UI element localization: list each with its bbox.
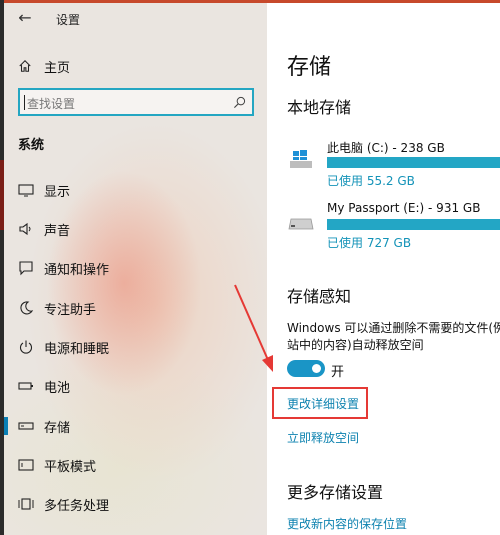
sidebar-item-notifications[interactable]: 通知和操作: [4, 249, 267, 287]
sidebar-item-label: 通知和操作: [44, 262, 110, 278]
change-settings-link[interactable]: 更改详细设置: [287, 395, 359, 412]
save-location-link[interactable]: 更改新内容的保存位置: [287, 515, 407, 532]
back-button[interactable]: ←: [14, 8, 36, 28]
search-input[interactable]: 查找设置: [18, 88, 254, 116]
sidebar-item-label: 电源和睡眠: [44, 341, 110, 357]
home-nav-item[interactable]: 主页: [18, 55, 70, 77]
storage-sense-description: Windows 可以通过删除不需要的文件(例 站中的内容)自动释放空间: [287, 321, 500, 352]
sidebar-item-display[interactable]: 显示: [4, 171, 267, 209]
sidebar-item-storage[interactable]: 存储: [4, 407, 267, 445]
more-storage-heading: 更多存储设置: [287, 483, 384, 502]
drive-c[interactable]: 此电脑 (C:) - 238 GB 已使用 55.2 GB: [287, 139, 500, 189]
power-icon: [19, 340, 33, 354]
windows-drive-icon: [290, 150, 312, 168]
main-content: 存储 本地存储 此电脑 (C:) - 238 GB 已使用 55.2 GB My…: [267, 3, 500, 535]
sidebar-item-tablet-mode[interactable]: 平板模式: [4, 446, 267, 484]
section-title: 系统: [18, 138, 45, 153]
title-bar: ← 设置: [4, 3, 267, 33]
storage-icon: [18, 422, 34, 430]
sound-icon: [19, 222, 31, 236]
sidebar-item-label: 声音: [44, 223, 71, 239]
storage-sense-heading: 存储感知: [287, 287, 352, 306]
battery-icon: [18, 382, 33, 390]
search-icon: [233, 96, 246, 109]
sidebar-item-label: 存储: [44, 420, 71, 436]
sidebar-item-power[interactable]: 电源和睡眠: [4, 328, 267, 366]
drive-name: 此电脑 (C:) - 238 GB: [327, 141, 445, 155]
search-placeholder: 查找设置: [27, 97, 76, 111]
sidebar-item-label: 平板模式: [44, 459, 97, 475]
active-indicator: [4, 417, 8, 435]
home-icon: [19, 60, 31, 72]
sidebar-item-focus-assist[interactable]: 专注助手: [4, 289, 267, 327]
moon-icon: [20, 301, 34, 315]
drive-usage-bar: [327, 157, 500, 168]
free-space-link[interactable]: 立即释放空间: [287, 429, 359, 446]
home-label: 主页: [44, 60, 71, 76]
sidebar-item-multitasking[interactable]: 多任务处理: [4, 485, 267, 523]
sidebar-item-sound[interactable]: 声音: [4, 210, 267, 248]
drive-usage-bar: [327, 219, 500, 230]
sidebar: ← 设置 主页 查找设置 系统 显示 声音 通知和操作 专注助手 电源和睡眠 电…: [4, 3, 267, 535]
page-title: 存储: [287, 55, 332, 80]
storage-sense-toggle[interactable]: [287, 360, 325, 377]
sidebar-item-label: 专注助手: [44, 302, 97, 318]
display-icon: [18, 184, 34, 197]
notification-icon: [19, 261, 33, 276]
local-storage-heading: 本地存储: [287, 98, 352, 117]
external-drive-icon: [288, 218, 314, 230]
drive-used-text: 已使用 55.2 GB: [327, 174, 415, 188]
sidebar-item-label: 显示: [44, 184, 71, 200]
drive-e[interactable]: My Passport (E:) - 931 GB 已使用 727 GB: [287, 201, 500, 251]
sidebar-item-label: 电池: [44, 380, 71, 396]
drive-used-text: 已使用 727 GB: [327, 236, 412, 250]
sidebar-item-battery[interactable]: 电池: [4, 367, 267, 405]
drive-name: My Passport (E:) - 931 GB: [327, 201, 481, 215]
toggle-state-label: 开: [331, 365, 345, 380]
multitask-icon: [18, 498, 34, 510]
sidebar-item-label: 多任务处理: [44, 498, 110, 514]
app-title: 设置: [56, 13, 81, 27]
tablet-icon: [18, 459, 34, 471]
